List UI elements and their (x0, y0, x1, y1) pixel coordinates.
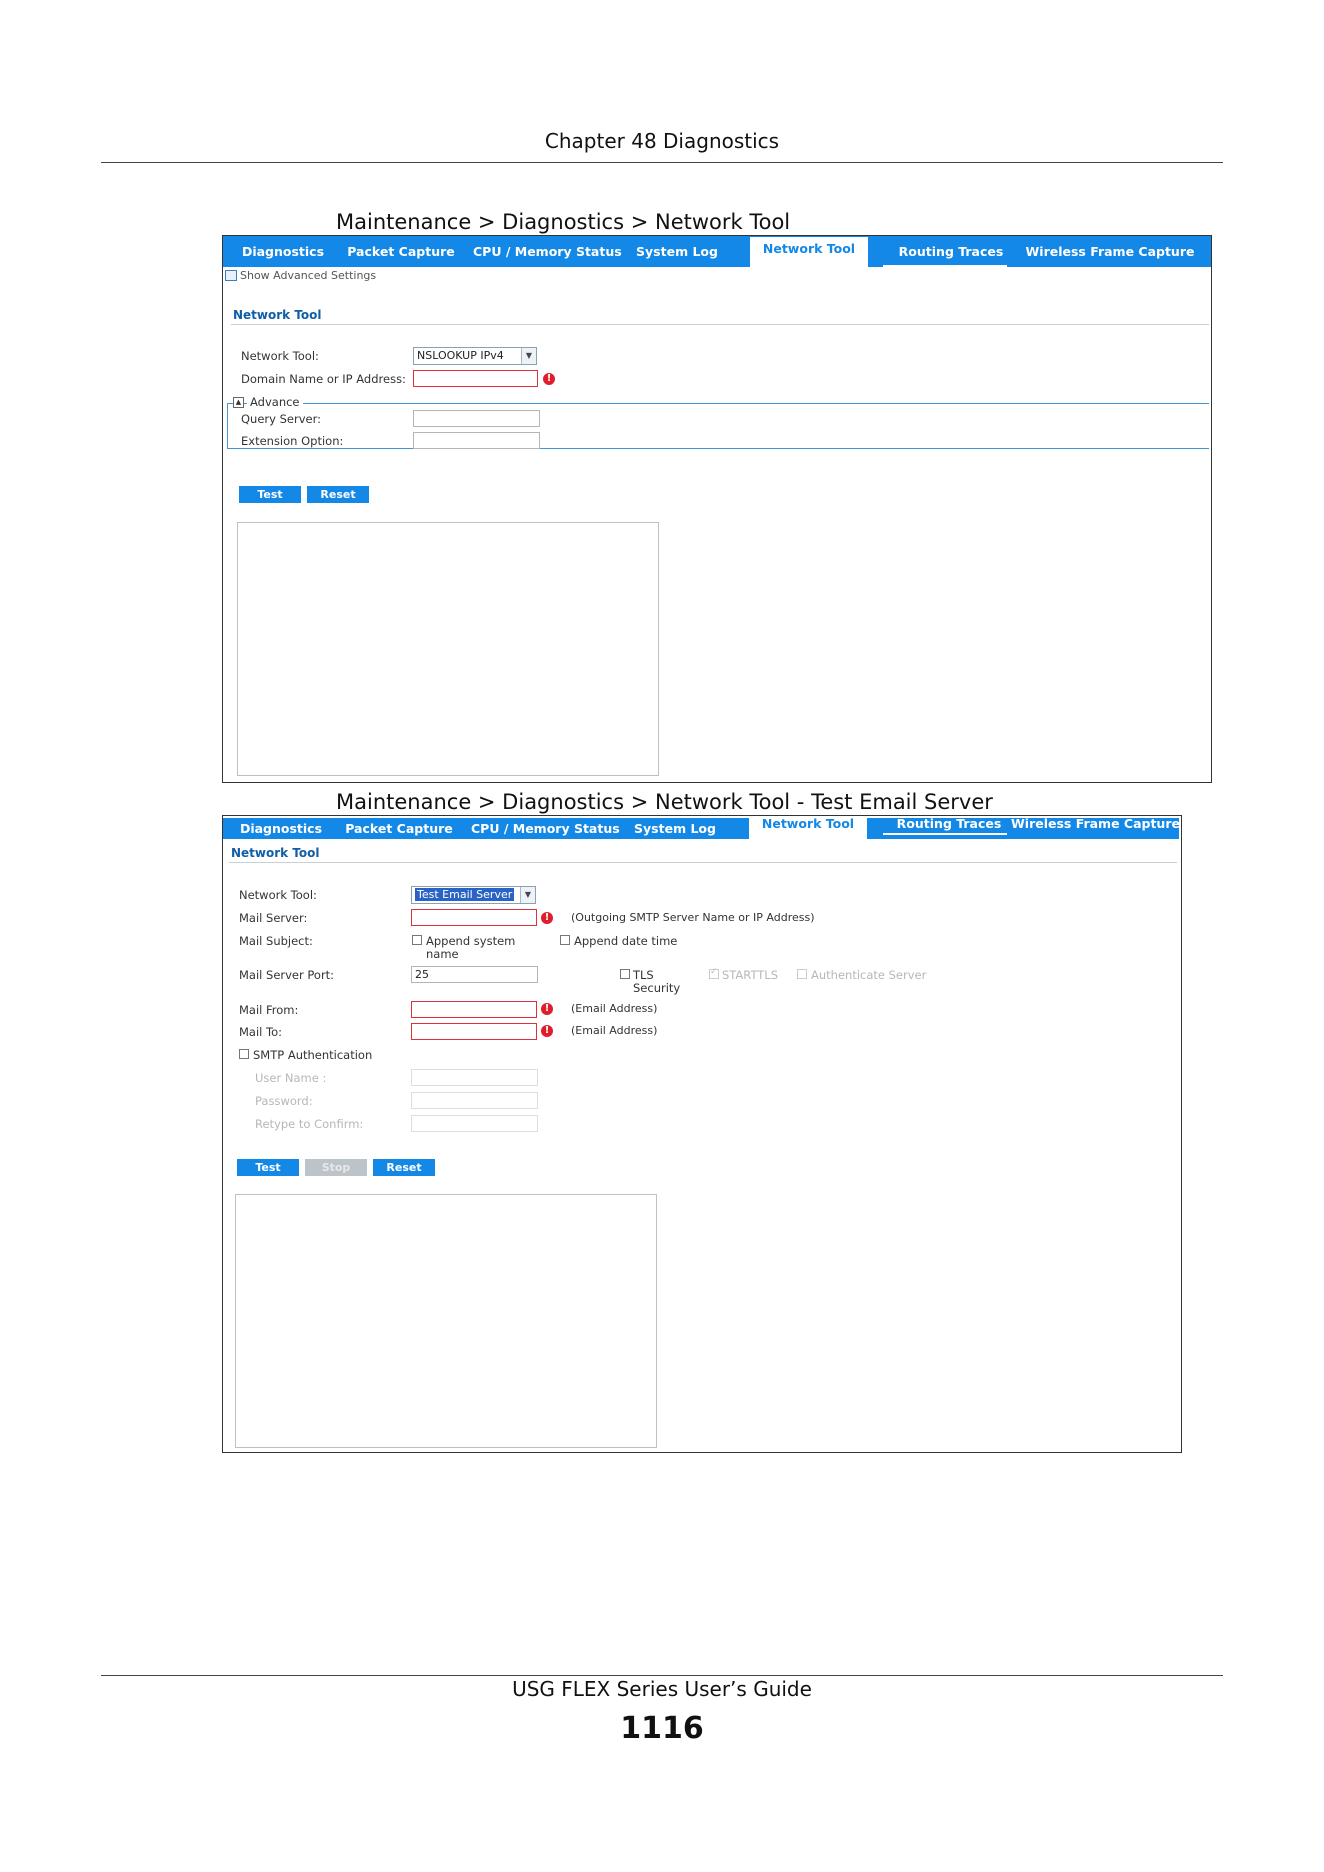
tab-packet-capture[interactable]: Packet Capture (339, 818, 459, 839)
chevron-down-icon: ▼ (521, 348, 536, 364)
extension-option-label: Extension Option: (241, 434, 344, 448)
append-system-name-label-2: name (426, 947, 459, 961)
footer-rule (101, 1675, 1223, 1676)
domain-name-label: Domain Name or IP Address: (241, 372, 406, 386)
mail-server-input[interactable] (411, 909, 537, 926)
reset-button[interactable]: Reset (307, 486, 369, 503)
tab-routing-traces[interactable]: Routing Traces (891, 817, 1007, 839)
reset-button[interactable]: Reset (373, 1159, 435, 1176)
network-tool-select[interactable]: Test Email Server ▼ (411, 886, 536, 904)
extension-option-input[interactable] (413, 432, 540, 449)
password-input[interactable] (411, 1092, 538, 1109)
network-tool-select[interactable]: NSLOOKUP IPv4 ▼ (413, 347, 537, 365)
show-advanced-settings-link[interactable]: Show Advanced Settings (240, 269, 376, 282)
mail-server-port-input[interactable]: 25 (411, 966, 538, 983)
figure1-caption: Maintenance > Diagnostics > Network Tool (336, 210, 791, 234)
output-textarea[interactable] (237, 522, 659, 776)
error-icon: ! (541, 1003, 553, 1015)
append-date-time-label: Append date time (574, 934, 678, 948)
stop-button[interactable]: Stop (305, 1159, 367, 1176)
tab-system-log[interactable]: System Log (629, 236, 725, 267)
tab-underline (883, 833, 1007, 835)
tab-diagnostics[interactable]: Diagnostics (231, 236, 335, 267)
tab-network-tool[interactable]: Network Tool (750, 237, 868, 267)
mail-to-label: Mail To: (239, 1025, 282, 1039)
tls-security-label-2: Security (633, 981, 681, 995)
mail-from-input[interactable] (411, 1001, 537, 1018)
network-tool-label: Network Tool: (239, 888, 317, 902)
tab-system-log[interactable]: System Log (627, 818, 723, 839)
tls-security-label-1: TLS (633, 968, 654, 982)
tab-wireless-frame-capture[interactable]: Wireless Frame Capture (1011, 817, 1180, 839)
authenticate-server-checkbox[interactable] (797, 969, 807, 979)
network-tool-select-value: NSLOOKUP IPv4 (417, 349, 504, 362)
figure1-panel: Diagnostics Packet Capture CPU / Memory … (222, 235, 1212, 783)
domain-name-input[interactable] (413, 370, 538, 387)
password-label: Password: (255, 1094, 313, 1108)
tab-packet-capture[interactable]: Packet Capture (341, 236, 461, 267)
collapse-toggle-icon[interactable]: ▲ (233, 397, 244, 408)
tab-cpu-memory-status[interactable]: CPU / Memory Status (473, 236, 622, 267)
starttls-checkbox[interactable] (709, 967, 719, 979)
append-system-name-checkbox[interactable] (412, 935, 422, 945)
section-divider (229, 862, 1177, 863)
tls-security-checkbox[interactable] (620, 969, 630, 979)
user-name-label: User Name : (255, 1071, 327, 1085)
mail-to-hint: (Email Address) (571, 1024, 658, 1037)
tab-routing-traces[interactable]: Routing Traces (893, 236, 1009, 267)
error-icon: ! (543, 373, 555, 385)
starttls-label: STARTTLS (722, 968, 779, 982)
mail-from-hint: (Email Address) (571, 1002, 658, 1015)
authenticate-server-label: Authenticate Server (811, 968, 927, 982)
smtp-authentication-checkbox[interactable] (239, 1049, 249, 1059)
tab-underline (883, 265, 1007, 267)
tab-diagnostics[interactable]: Diagnostics (229, 818, 333, 839)
tab-wireless-frame-capture[interactable]: Wireless Frame Capture (1013, 236, 1207, 267)
test-button[interactable]: Test (239, 486, 301, 503)
section-divider (231, 324, 1209, 325)
advance-group-border (227, 403, 1209, 404)
mail-server-port-label: Mail Server Port: (239, 968, 335, 982)
output-textarea[interactable] (235, 1194, 657, 1448)
smtp-authentication-label: SMTP Authentication (253, 1048, 373, 1062)
mail-from-label: Mail From: (239, 1003, 299, 1017)
mail-server-label: Mail Server: (239, 911, 308, 925)
chapter-header: Chapter 48 Diagnostics (544, 129, 780, 153)
guide-title: USG FLEX Series User’s Guide (512, 1677, 812, 1701)
chevron-down-icon: ▼ (520, 887, 535, 903)
error-icon: ! (541, 1025, 553, 1037)
figure2-panel: Diagnostics Packet Capture CPU / Memory … (222, 815, 1182, 1453)
figure2-caption: Maintenance > Diagnostics > Network Tool… (336, 790, 993, 814)
append-system-name-label-1: Append system (426, 934, 516, 948)
append-date-time-checkbox[interactable] (560, 935, 570, 945)
advance-label: Advance (247, 395, 303, 409)
section-title: Network Tool (233, 308, 322, 322)
mail-server-hint: (Outgoing SMTP Server Name or IP Address… (571, 911, 815, 924)
settings-list-icon (225, 270, 237, 281)
network-tool-select-value: Test Email Server (415, 888, 515, 901)
section-title: Network Tool (231, 846, 320, 860)
tab-bar: Diagnostics Packet Capture CPU / Memory … (223, 817, 1180, 841)
retype-password-input[interactable] (411, 1115, 538, 1132)
error-icon: ! (541, 912, 553, 924)
tab-bar: Diagnostics Packet Capture CPU / Memory … (223, 236, 1211, 267)
page-number: 1116 (620, 1711, 704, 1746)
mail-to-input[interactable] (411, 1023, 537, 1040)
retype-password-label: Retype to Confirm: (255, 1117, 364, 1131)
test-button[interactable]: Test (237, 1159, 299, 1176)
query-server-label: Query Server: (241, 412, 321, 426)
advance-group-bottom-border (227, 448, 1209, 449)
network-tool-label: Network Tool: (241, 349, 319, 363)
query-server-input[interactable] (413, 410, 540, 427)
advance-group-left-border (227, 403, 228, 448)
tab-cpu-memory-status[interactable]: CPU / Memory Status (471, 818, 620, 839)
header-rule (101, 162, 1223, 163)
mail-subject-label: Mail Subject: (239, 934, 313, 948)
tab-network-tool[interactable]: Network Tool (749, 817, 867, 841)
user-name-input[interactable] (411, 1069, 538, 1086)
